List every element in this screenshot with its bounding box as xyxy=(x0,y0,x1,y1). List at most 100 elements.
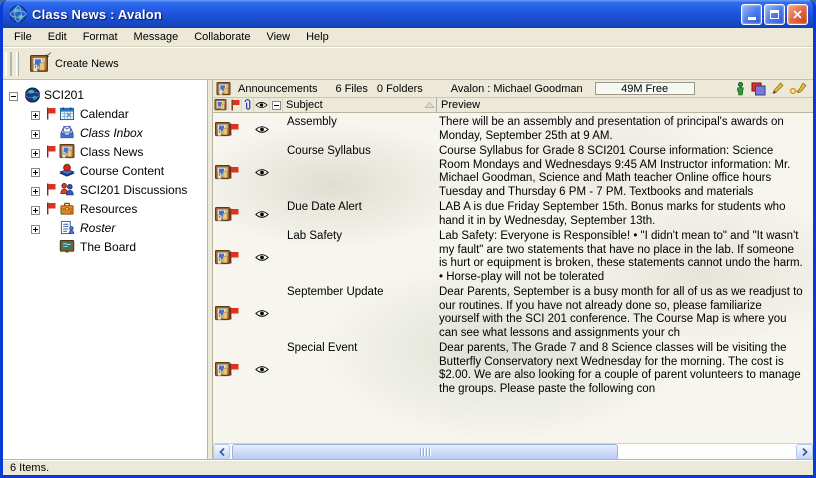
preview-column-header[interactable]: Preview xyxy=(437,98,813,112)
layers-icon[interactable] xyxy=(751,82,766,96)
toolbar-grip[interactable] xyxy=(5,52,12,76)
red-flag-icon xyxy=(229,363,242,376)
attachment-column-header[interactable] xyxy=(242,98,254,112)
expand-plus-icon[interactable] xyxy=(31,128,40,137)
flag-column-header[interactable] xyxy=(229,98,242,112)
menu-help[interactable]: Help xyxy=(298,29,337,45)
tree-item-roster[interactable]: Roster xyxy=(31,218,207,237)
tree-item-class-news[interactable]: Class News xyxy=(31,142,207,161)
flag-icon xyxy=(230,99,240,111)
scroll-right-icon[interactable] xyxy=(796,444,813,460)
read-column-header[interactable] xyxy=(254,98,270,112)
message-preview: Course Syllabus for Grade 8 SCI201 Cours… xyxy=(439,145,813,199)
message-subject: September Update xyxy=(283,286,439,300)
maximize-icon xyxy=(770,10,779,19)
expand-plus-icon[interactable] xyxy=(31,147,40,156)
expand-plus-icon[interactable] xyxy=(31,109,40,118)
tree-item-class-inbox[interactable]: Class Inbox xyxy=(31,123,207,142)
tree-item-calendar[interactable]: Calendar xyxy=(31,104,207,123)
globe-icon xyxy=(24,87,41,103)
app-window: Class News : Avalon FileEditFormatMessag… xyxy=(0,0,816,478)
announcements-panel: Announcements 6 Files 0 Folders Avalon :… xyxy=(213,80,813,460)
menu-message[interactable]: Message xyxy=(126,29,187,45)
news-item-icon xyxy=(213,122,229,137)
close-button[interactable] xyxy=(787,4,808,25)
calendar-icon xyxy=(59,106,76,122)
collapse-minus-icon[interactable] xyxy=(9,90,18,99)
message-row[interactable]: Assembly There will be an assembly and p… xyxy=(213,115,813,144)
message-preview: LAB A is due Friday September 15th. Bonu… xyxy=(439,201,813,228)
message-subject: Assembly xyxy=(283,116,439,130)
minimize-button[interactable] xyxy=(741,4,762,25)
expand-plus-icon[interactable] xyxy=(31,223,40,232)
create-news-label: Create News xyxy=(55,58,119,70)
news-icon: ↙ xyxy=(30,55,48,73)
item-column-header[interactable] xyxy=(213,98,229,112)
pencil-icon[interactable] xyxy=(772,82,784,95)
menu-edit[interactable]: Edit xyxy=(40,29,75,45)
column-header-row: Subject Preview xyxy=(213,98,813,113)
subject-column-header[interactable]: Subject xyxy=(283,98,423,112)
folders-count: 0 Folders xyxy=(377,83,423,95)
message-row[interactable]: September Update Dear Parents, September… xyxy=(213,285,813,341)
eye-icon xyxy=(254,309,270,318)
expand-plus-icon[interactable] xyxy=(31,204,40,213)
tree-item-resources[interactable]: Resources xyxy=(31,199,207,218)
message-row[interactable]: Special Event Dear parents, The Grade 7 … xyxy=(213,341,813,397)
toolbar: ↙ Create News xyxy=(3,47,813,80)
message-row[interactable]: Lab Safety Lab Safety: Everyone is Respo… xyxy=(213,229,813,285)
person-icon[interactable] xyxy=(736,82,745,96)
create-news-button[interactable]: ↙ Create News xyxy=(25,51,128,77)
eye-icon xyxy=(254,168,270,177)
horizontal-scrollbar[interactable] xyxy=(213,443,813,460)
message-subject: Course Syllabus xyxy=(283,145,439,159)
red-flag-icon xyxy=(229,208,242,221)
menu-file[interactable]: File xyxy=(6,29,40,45)
resources-icon xyxy=(59,201,76,217)
panel-tools xyxy=(736,82,807,96)
window-titlebar[interactable]: Class News : Avalon xyxy=(3,0,813,28)
red-flag-icon xyxy=(46,107,59,120)
main-area: SCI201 Calendar Class Inbox Class News xyxy=(3,80,813,460)
scrollbar-thumb[interactable] xyxy=(232,444,618,460)
toolbar-grip[interactable] xyxy=(16,52,19,76)
panel-header: Announcements 6 Files 0 Folders Avalon :… xyxy=(213,80,813,98)
tree-item-sci201-discussions[interactable]: SCI201 Discussions xyxy=(31,180,207,199)
panel-title: Announcements xyxy=(238,83,318,95)
scroll-left-icon[interactable] xyxy=(213,444,230,460)
tree-item-course-content[interactable]: Course Content xyxy=(31,161,207,180)
items-count: 6 Items. xyxy=(10,462,49,474)
news-item-icon xyxy=(213,306,229,321)
expand-column-header[interactable] xyxy=(270,98,283,112)
menu-view[interactable]: View xyxy=(258,29,298,45)
server-user-label: Avalon : Michael Goodman xyxy=(451,83,583,95)
news-icon xyxy=(59,144,76,160)
message-preview: Lab Safety: Everyone is Responsible! • "… xyxy=(439,230,813,284)
message-preview: Dear parents, The Grade 7 and 8 Science … xyxy=(439,342,813,396)
eye-icon xyxy=(254,125,270,134)
tree-item-the-board[interactable]: The Board xyxy=(31,237,207,256)
message-row[interactable]: Due Date Alert LAB A is due Friday Septe… xyxy=(213,200,813,229)
tree-item-sci201[interactable]: SCI201 xyxy=(7,85,207,104)
eye-icon xyxy=(255,101,268,109)
expand-plus-icon[interactable] xyxy=(31,185,40,194)
maximize-button[interactable] xyxy=(764,4,785,25)
minimize-icon xyxy=(748,17,756,20)
red-flag-icon xyxy=(229,123,242,136)
scrollbar-track[interactable] xyxy=(618,444,796,460)
roster-icon xyxy=(59,220,76,236)
expand-plus-icon[interactable] xyxy=(31,166,40,175)
sort-ascending-icon[interactable] xyxy=(423,98,437,112)
message-subject: Lab Safety xyxy=(283,230,439,244)
status-bar: 6 Items. xyxy=(3,460,813,475)
message-row[interactable]: Course Syllabus Course Syllabus for Grad… xyxy=(213,144,813,200)
news-item-icon xyxy=(213,362,229,377)
collapse-icon xyxy=(272,101,281,110)
conference-tree: SCI201 Calendar Class Inbox Class News xyxy=(3,80,208,460)
key-pencil-icon[interactable] xyxy=(790,82,807,95)
menu-collaborate[interactable]: Collaborate xyxy=(186,29,258,45)
message-subject: Due Date Alert xyxy=(283,201,439,215)
inbox-icon xyxy=(59,125,76,141)
menu-format[interactable]: Format xyxy=(75,29,126,45)
globe-app-icon xyxy=(9,5,27,23)
